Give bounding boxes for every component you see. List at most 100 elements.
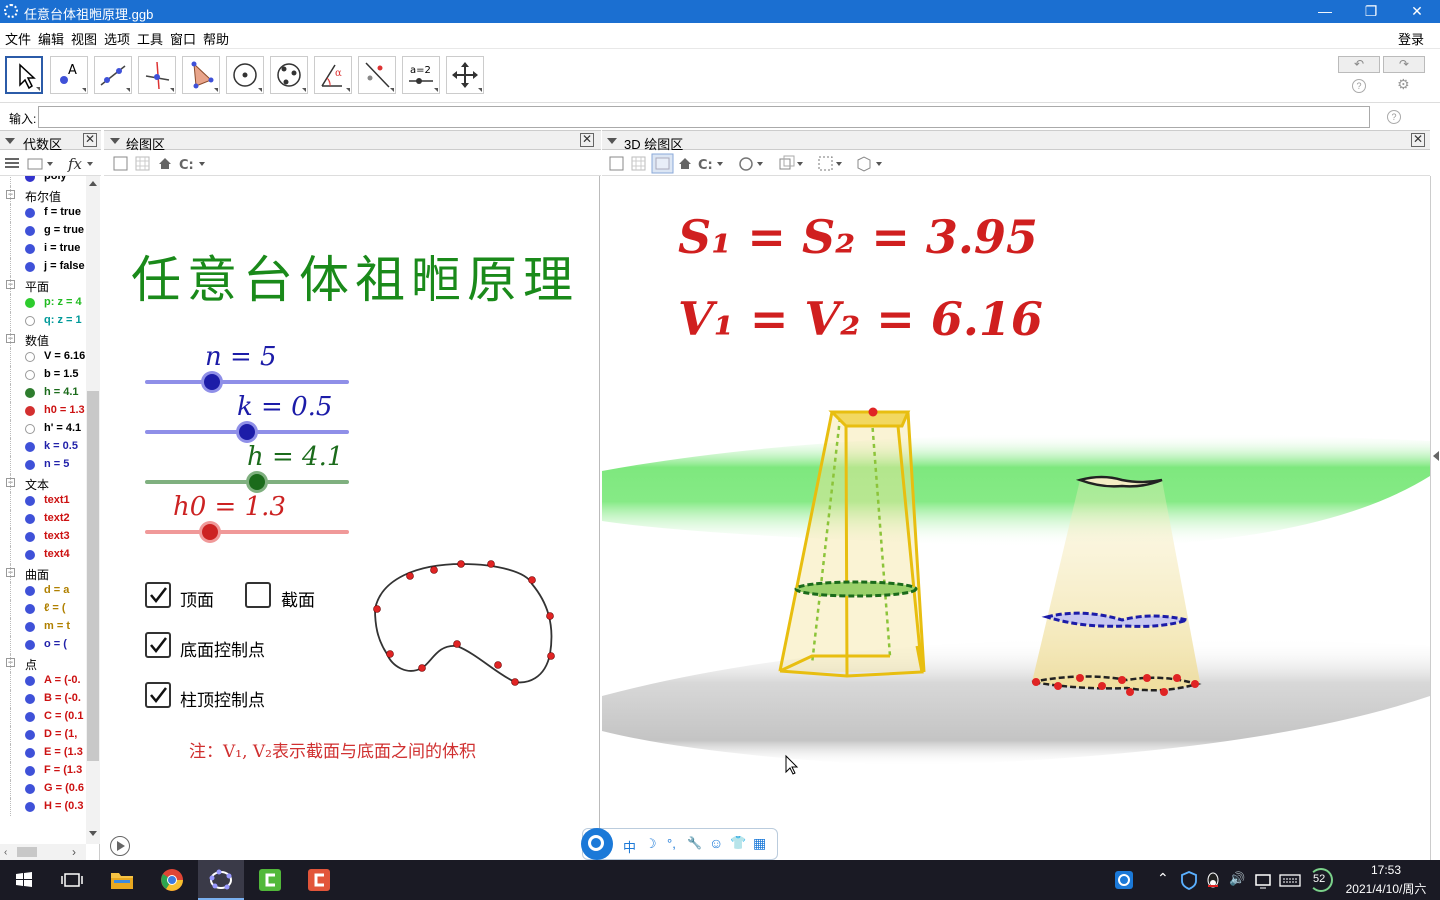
graphics3d-close-button[interactable]: ✕ xyxy=(1411,133,1425,147)
projection-icon[interactable] xyxy=(857,156,871,172)
menu-view[interactable]: 视图 xyxy=(71,29,97,48)
tray-chevron-icon[interactable]: ⌃ xyxy=(1157,870,1169,887)
algebra-item[interactable]: text2 xyxy=(0,510,99,528)
algebra-item[interactable]: f = true xyxy=(0,204,99,222)
visibility-toggle-icon[interactable] xyxy=(25,496,35,506)
checkbox-top-points[interactable] xyxy=(145,682,171,708)
menu-window[interactable]: 窗口 xyxy=(170,29,196,48)
algebra-item[interactable]: text3 xyxy=(0,528,99,546)
algebra-group-header[interactable]: − 文本 xyxy=(0,474,99,492)
home-icon[interactable] xyxy=(159,158,171,169)
algebra-scrollbar[interactable] xyxy=(86,176,100,844)
cpu-usage-indicator[interactable]: 52 xyxy=(1309,868,1333,892)
algebra-item[interactable]: E = (1.3 xyxy=(0,744,99,762)
ime-punctuation-icon[interactable]: °, xyxy=(667,836,676,851)
slider-handle[interactable] xyxy=(249,474,266,490)
task-view-icon[interactable] xyxy=(58,866,86,894)
settings-gear-icon[interactable]: ⚙ xyxy=(1397,76,1410,93)
algebra-item[interactable]: A = (-0. xyxy=(0,672,99,690)
visibility-toggle-icon[interactable] xyxy=(25,442,35,452)
menu-tools[interactable]: 工具 xyxy=(137,29,163,48)
algebra-item[interactable]: i = true xyxy=(0,240,99,258)
maximize-button[interactable]: ❐ xyxy=(1348,0,1394,23)
visibility-toggle-icon[interactable] xyxy=(25,586,35,596)
input-field[interactable] xyxy=(38,106,1370,128)
grid-toggle-icon[interactable] xyxy=(135,156,150,171)
file-explorer-icon[interactable] xyxy=(108,866,136,894)
redo-button[interactable]: ↷ xyxy=(1383,56,1425,73)
windows-start-icon[interactable] xyxy=(10,866,38,894)
qq-input-tray-icon[interactable] xyxy=(1110,866,1138,894)
algebra-item[interactable]: g = true xyxy=(0,222,99,240)
conic-tool-button[interactable] xyxy=(270,56,308,94)
visibility-toggle-icon[interactable] xyxy=(25,766,35,776)
network-icon[interactable] xyxy=(1251,866,1279,894)
algebra-item[interactable]: j = false xyxy=(0,258,99,276)
algebra-item[interactable]: V = 6.16 xyxy=(0,348,99,366)
menu-file[interactable]: 文件 xyxy=(5,29,31,48)
visibility-toggle-icon[interactable] xyxy=(25,604,35,614)
visibility-toggle-icon[interactable] xyxy=(25,388,35,398)
algebra-item[interactable]: o = ( xyxy=(0,636,99,654)
visibility-toggle-icon[interactable] xyxy=(25,226,35,236)
ime-skin-icon[interactable]: 👕 xyxy=(730,835,746,851)
show-box-icon[interactable] xyxy=(818,156,833,171)
algebra-item[interactable]: B = (-0. xyxy=(0,690,99,708)
algebra-item[interactable]: p: z = 4 xyxy=(0,294,99,312)
point-tool-button[interactable]: A xyxy=(50,56,88,94)
visibility-toggle-icon[interactable] xyxy=(25,208,35,218)
visibility-toggle-icon[interactable] xyxy=(25,748,35,758)
home-3d-icon[interactable] xyxy=(679,158,691,169)
algebra-close-button[interactable]: ✕ xyxy=(83,133,97,147)
panel-collapse-icon[interactable] xyxy=(110,138,120,144)
auxiliary-objects-icon[interactable] xyxy=(5,158,19,168)
qq-tray-icon[interactable] xyxy=(1201,866,1229,894)
circle-tool-button[interactable] xyxy=(226,56,264,94)
graphics-close-button[interactable]: ✕ xyxy=(580,133,594,147)
algebra-item[interactable]: C = (0.1 xyxy=(0,708,99,726)
checkbox-top-face[interactable] xyxy=(145,582,171,608)
slider-handle[interactable] xyxy=(204,374,221,390)
panel-collapse-icon[interactable] xyxy=(5,138,15,144)
angle-tool-button[interactable]: α xyxy=(314,56,352,94)
visibility-toggle-icon[interactable] xyxy=(25,622,35,632)
algebra-item[interactable]: k = 0.5 xyxy=(0,438,99,456)
move-view-tool-button[interactable] xyxy=(446,56,484,94)
visibility-toggle-icon[interactable] xyxy=(25,532,35,542)
ime-tools-icon[interactable]: 🔧 xyxy=(687,836,702,850)
algebra-item[interactable]: m = t xyxy=(0,618,99,636)
visibility-toggle-icon[interactable] xyxy=(25,712,35,722)
visibility-toggle-icon[interactable] xyxy=(25,730,35,740)
algebra-group-header[interactable]: − 曲面 xyxy=(0,564,99,582)
slider-tool-button[interactable]: a=2 xyxy=(402,56,440,94)
algebra-hscrollbar[interactable]: ‹ › xyxy=(0,844,86,860)
visibility-toggle-icon[interactable] xyxy=(25,802,35,812)
menu-help[interactable]: 帮助 xyxy=(203,29,229,48)
slider-track[interactable] xyxy=(145,380,349,384)
visibility-toggle-icon[interactable] xyxy=(25,694,35,704)
algebra-item[interactable]: n = 5 xyxy=(0,456,99,474)
axes-3d-toggle-icon[interactable] xyxy=(609,156,624,171)
play-animation-button[interactable] xyxy=(110,836,130,856)
algebra-group-header[interactable]: − 布尔值 xyxy=(0,186,99,204)
algebra-item[interactable]: H = (0.3 xyxy=(0,798,99,816)
algebra-item[interactable]: G = (0.6 xyxy=(0,780,99,798)
algebra-item[interactable]: q: z = 1 xyxy=(0,312,99,330)
volume-icon[interactable]: 🔊 xyxy=(1229,871,1245,887)
graphics3d-view[interactable]: S₁ = S₂ = 3.95 V₁ = V₂ = 6.16 xyxy=(602,176,1430,860)
visibility-toggle-icon[interactable] xyxy=(25,352,35,362)
visibility-toggle-icon[interactable] xyxy=(25,784,35,794)
algebra-item[interactable]: h0 = 1.3 xyxy=(0,402,99,420)
keyboard-icon[interactable] xyxy=(1277,866,1305,894)
grid-3d-toggle-icon[interactable] xyxy=(631,156,646,171)
visibility-toggle-icon[interactable] xyxy=(25,244,35,254)
input-help-icon[interactable]: ? xyxy=(1387,110,1401,124)
clock[interactable]: 17:53 2021/4/10/周六 xyxy=(1340,863,1432,897)
visibility-toggle-icon[interactable] xyxy=(25,640,35,650)
slider-handle[interactable] xyxy=(202,524,219,540)
ime-logo-icon[interactable] xyxy=(581,828,613,860)
visibility-toggle-icon[interactable] xyxy=(25,298,35,308)
checkbox-base-points[interactable] xyxy=(145,632,171,658)
base-curve-drawing[interactable] xyxy=(367,554,567,690)
panel-collapse-icon[interactable] xyxy=(607,138,617,144)
